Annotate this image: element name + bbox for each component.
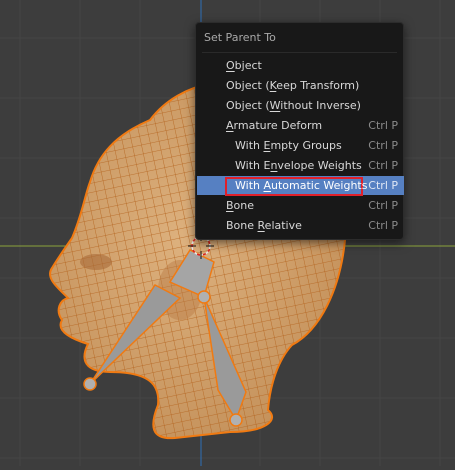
menu-item-label: With Automatic Weights	[235, 179, 368, 192]
menu-item-with-empty-groups[interactable]: With Empty Groups Ctrl P	[197, 136, 404, 155]
menu-item-armature-deform[interactable]: Armature Deform Ctrl P	[197, 116, 404, 135]
menu-item-with-automatic-weights[interactable]: With Automatic Weights Ctrl P	[197, 176, 404, 196]
set-parent-menu: Set Parent To Object Object (Keep Transf…	[195, 22, 404, 240]
bone-joint	[83, 377, 97, 391]
menu-separator	[202, 52, 397, 53]
bone-joint	[229, 413, 243, 427]
menu-item-label: Armature Deform	[226, 119, 323, 132]
menu-item-shortcut: Ctrl P	[368, 219, 398, 232]
menu-title: Set Parent To	[204, 31, 276, 44]
menu-item-object-without-inverse[interactable]: Object (Without Inverse)	[197, 96, 404, 115]
menu-item-bone[interactable]: Bone Ctrl P	[197, 196, 404, 215]
menu-item-label: Bone Relative	[226, 219, 302, 232]
menu-item-label: Object (Without Inverse)	[226, 99, 361, 112]
menu-item-object[interactable]: Object	[197, 56, 404, 75]
menu-item-with-envelope-weights[interactable]: With Envelope Weights Ctrl P	[197, 156, 404, 175]
menu-item-label: Object (Keep Transform)	[226, 79, 360, 92]
menu-item-label: Object	[226, 59, 262, 72]
menu-item-shortcut: Ctrl P	[368, 159, 398, 172]
bone-joint	[197, 290, 211, 304]
menu-item-shortcut: Ctrl P	[368, 199, 398, 212]
menu-item-bone-relative[interactable]: Bone Relative Ctrl P	[197, 216, 404, 235]
menu-item-label: With Envelope Weights	[235, 159, 362, 172]
menu-item-label: Bone	[226, 199, 255, 212]
menu-item-label: With Empty Groups	[235, 139, 342, 152]
menu-item-shortcut: Ctrl P	[368, 119, 398, 132]
menu-item-shortcut: Ctrl P	[368, 139, 398, 152]
menu-item-shortcut: Ctrl P	[368, 179, 398, 192]
menu-item-object-keep-transform[interactable]: Object (Keep Transform)	[197, 76, 404, 95]
